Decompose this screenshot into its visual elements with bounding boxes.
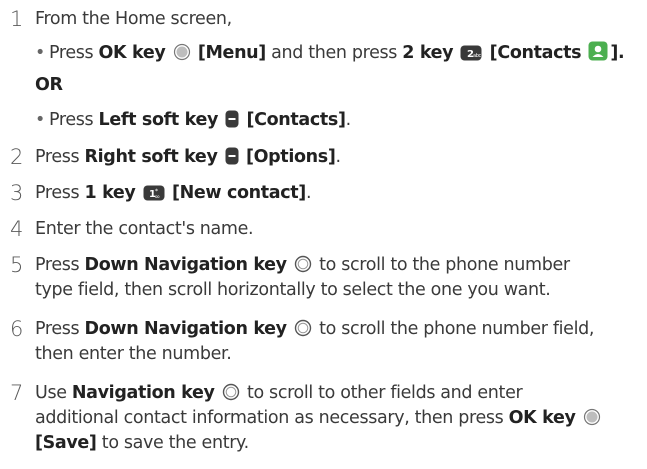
step-5-text: Press Down Navigation key to scroll to t…: [35, 255, 570, 275]
step-5-text-continued: type field, then scroll horizontally to …: [35, 280, 551, 300]
step-1-option-a: • Press OK key [Menu] and then press 2 ke…: [35, 41, 625, 63]
step-7-text-end: [Save] to save the entry.: [35, 433, 249, 453]
step-7-text-continued: additional contact information as necess…: [35, 407, 603, 429]
navigation-key-icon: [294, 319, 312, 337]
step-number: 7: [10, 381, 24, 405]
step-1-text: From the Home screen,: [35, 9, 232, 29]
step-6-text: Press Down Navigation key to scroll the …: [35, 319, 595, 339]
ok-key-icon: [583, 408, 601, 426]
step-7-text: Use Navigation key to scroll to other fi…: [35, 383, 523, 403]
step-number: 4: [10, 217, 24, 241]
step-1-option-b: • Press Left soft key [Contacts].: [35, 110, 351, 130]
navigation-key-icon: [294, 255, 312, 273]
contacts-app-icon: [588, 41, 608, 61]
step-3-text: Press 1 key 1 * oo [New contact].: [35, 183, 312, 203]
instruction-page: 1 From the Home screen, • Press OK key [M…: [0, 0, 647, 469]
bullet: •: [35, 43, 45, 63]
navigation-key-icon: [222, 383, 240, 401]
step-number: 5: [10, 253, 24, 277]
1-key-icon: 1 * oo: [143, 185, 165, 201]
step-6-text-continued: then enter the number.: [35, 344, 232, 364]
step-4-text: Enter the contact's name.: [35, 219, 254, 239]
bullet: •: [35, 110, 45, 130]
step-number: 1: [10, 7, 24, 31]
left-soft-key-icon: [225, 110, 239, 128]
step-2-text: Press Right soft key [Options].: [35, 147, 341, 167]
right-soft-key-icon: [225, 147, 239, 165]
or-separator: OR: [35, 75, 63, 95]
step-number: 3: [10, 181, 24, 205]
svg-text:abc: abc: [473, 53, 482, 59]
step-number: 2: [10, 145, 24, 169]
ok-key-icon: [173, 43, 191, 61]
step-number: 6: [10, 317, 24, 341]
2-key-icon: 2 abc: [460, 45, 482, 61]
